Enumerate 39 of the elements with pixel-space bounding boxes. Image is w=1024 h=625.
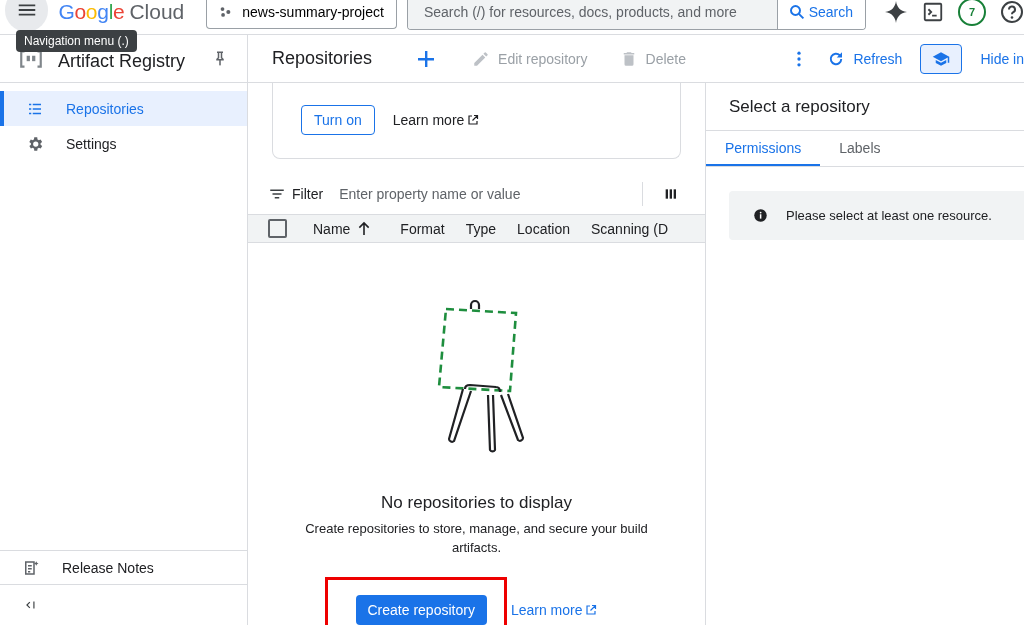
tooltip: Navigation menu (.) [16, 30, 137, 52]
notes-icon [22, 558, 40, 577]
logo-wordmark[interactable]: Google [58, 0, 125, 24]
sidebar-item[interactable]: Settings [0, 126, 247, 161]
project-selector[interactable]: news-summary-project [206, 0, 397, 29]
learn-more-link[interactable]: Learn more [392, 112, 480, 129]
column-header[interactable]: Type [465, 220, 497, 237]
checkbox[interactable] [268, 219, 287, 239]
pencil-icon [472, 49, 491, 68]
create-repository-button[interactable]: Create repository [355, 595, 487, 625]
column-header[interactable]: Scanning (D [591, 220, 669, 237]
sidebar-item[interactable]: Release Notes [0, 551, 247, 585]
notification-count[interactable]: 7 [958, 0, 986, 26]
page-title: Repositories [272, 48, 373, 69]
column-header[interactable]: Format [400, 220, 445, 237]
panel-title: Select a repository [706, 83, 1024, 131]
product-name: Cloud [129, 0, 185, 24]
help-icon[interactable] [1000, 0, 1024, 24]
tab[interactable]: Permissions [706, 131, 821, 166]
column-header[interactable]: Name [313, 220, 373, 237]
terminal-icon[interactable] [922, 1, 944, 23]
empty-state-title: No repositories to display [381, 493, 572, 513]
learn-more-link[interactable]: Learn more [510, 602, 598, 618]
product-title: Artifact Registry [58, 50, 187, 72]
menu-button[interactable] [5, 0, 49, 32]
external-link-icon [585, 604, 598, 616]
hide-info-button[interactable]: Hide in [972, 50, 1024, 67]
filter-label: Filter [292, 185, 324, 202]
sidebar-item[interactable]: Repositories [0, 91, 247, 126]
external-link-icon [467, 114, 480, 127]
tab[interactable]: Labels [820, 131, 900, 166]
sparkle-icon[interactable] [884, 0, 908, 24]
turn-on-button[interactable]: Turn on [301, 105, 375, 136]
column-header[interactable]: Location [517, 220, 570, 237]
info-icon [753, 208, 768, 223]
learn-toggle[interactable] [920, 43, 963, 74]
refresh-button[interactable]: Refresh [819, 49, 911, 68]
notice-banner: Please select at least one resource. [729, 191, 1024, 240]
empty-state-description: Create repositories to store, manage, and secure your build artifacts. [304, 520, 649, 557]
